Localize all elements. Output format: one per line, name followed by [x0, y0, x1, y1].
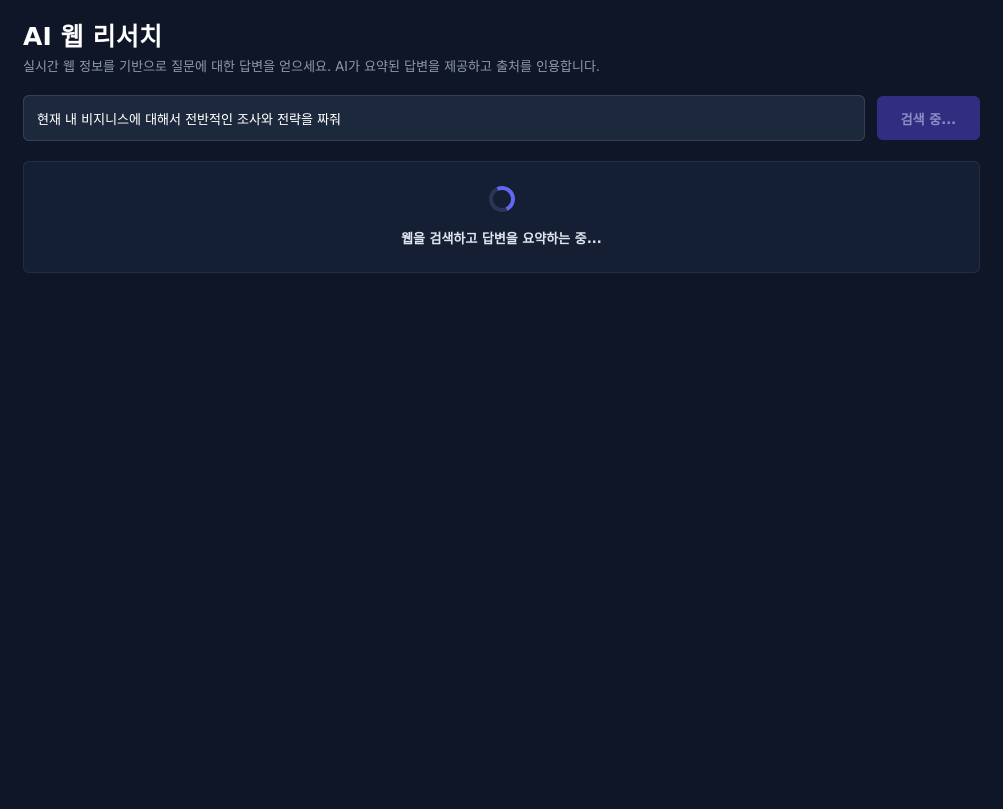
- search-button[interactable]: 검색 중...: [877, 96, 980, 140]
- loading-spinner-icon: [484, 182, 519, 216]
- page-title: AI 웹 리서치: [23, 22, 163, 51]
- page: AI 웹 리서치 실시간 웹 정보를 기반으로 질문에 대한 답변을 얻으세요.…: [0, 0, 1003, 809]
- loading-text: 웹을 검색하고 답변을 요약하는 중...: [401, 232, 602, 247]
- search-row: 검색 중...: [23, 95, 980, 141]
- result-panel: 웹을 검색하고 답변을 요약하는 중...: [23, 161, 980, 273]
- search-input[interactable]: [23, 95, 865, 141]
- page-subtitle: 실시간 웹 정보를 기반으로 질문에 대한 답변을 얻으세요. AI가 요약된 …: [23, 60, 601, 75]
